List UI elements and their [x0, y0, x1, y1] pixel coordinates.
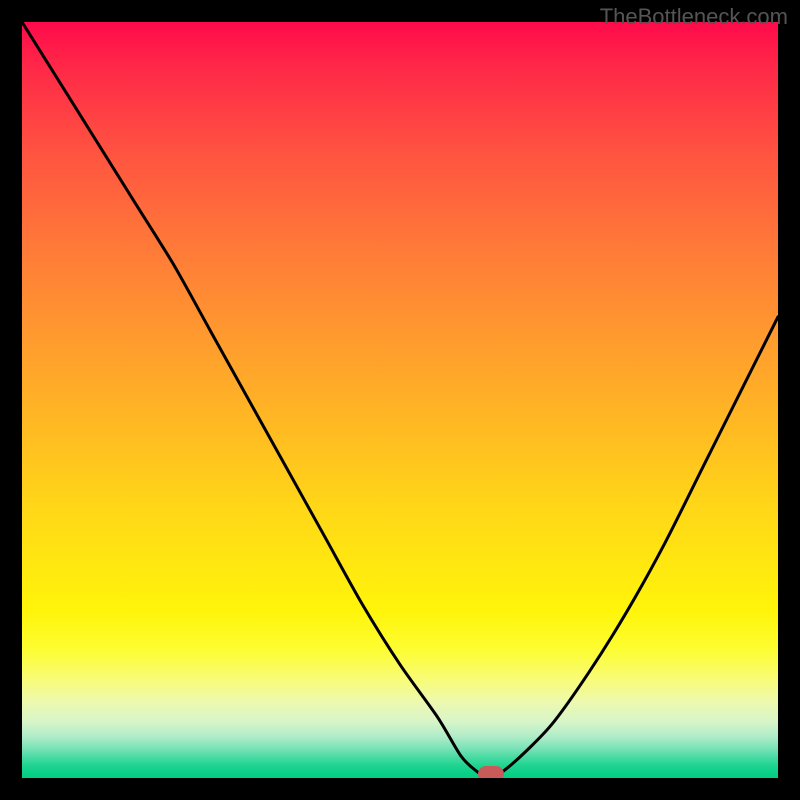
chart-curve-svg [22, 22, 778, 778]
bottleneck-curve-path [22, 22, 778, 778]
chart-plot-area [22, 22, 778, 778]
watermark-text: TheBottleneck.com [600, 4, 788, 30]
optimal-marker [478, 766, 504, 778]
